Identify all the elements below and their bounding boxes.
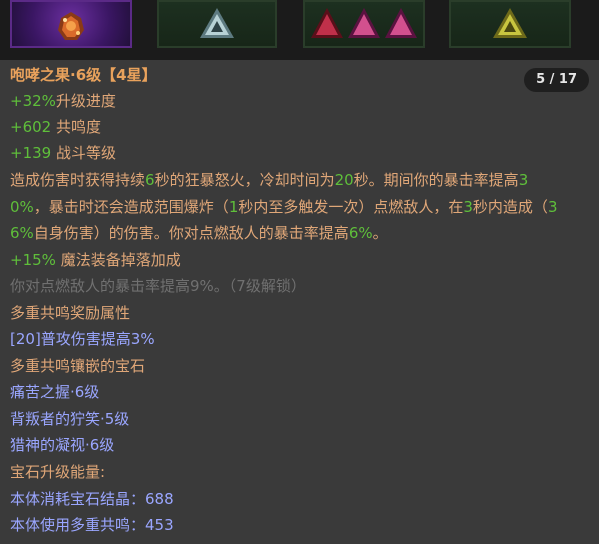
gem-slot-2[interactable]	[157, 0, 277, 48]
desc-number: 3	[463, 198, 473, 216]
desc-number: 6%	[10, 224, 34, 242]
stat-label: 升级进度	[55, 92, 116, 110]
gem-slot-1[interactable]	[10, 0, 132, 48]
desc-number: 6%	[348, 224, 373, 242]
energy-label: 本体消耗宝石结晶：	[10, 490, 146, 508]
stat-upgrade-progress: +32%升级进度	[10, 88, 590, 115]
gem-slot-4[interactable]	[449, 0, 571, 48]
desc-text: 秒内造成（	[472, 198, 548, 216]
desc-text: 秒内至多触发一次）点燃敌人，在	[238, 198, 464, 216]
desc-number: 20	[334, 171, 354, 189]
white-triangle-gem-icon	[200, 8, 234, 38]
yellow-triangle-gem-icon	[493, 8, 527, 38]
energy-crystal-line: 本体消耗宝石结晶：688	[10, 486, 590, 513]
gem-tooltip-panel: 5 / 17 咆哮之果·6级【4星】 +32%升级进度 +602 共鸣度 +13…	[0, 60, 599, 544]
desc-text: ，暴击时还会造成范围爆炸（	[33, 198, 229, 216]
desc-text: 秒的狂暴怒火，冷却时间为	[154, 171, 335, 189]
desc-text: 造成伤害时获得持续	[10, 171, 146, 189]
stat-value: +139	[10, 144, 52, 162]
energy-value: 453	[145, 516, 174, 534]
embedded-gems-title: 多重共鸣镶嵌的宝石	[10, 357, 146, 375]
desc-number: 6	[145, 171, 155, 189]
desc-number: 1	[228, 198, 239, 216]
desc-number: 0%	[10, 198, 34, 216]
stat-value: +602	[10, 118, 52, 136]
desc-text: 秒。期间你的暴击率提高	[353, 171, 519, 189]
orange-crystal-gem-icon	[58, 12, 84, 40]
stat-label: 战斗等级	[51, 144, 116, 162]
desc-number: 3	[547, 198, 558, 216]
multi-resonance-title: 多重共鸣奖励属性	[10, 304, 131, 322]
description-line-1: 造成伤害时获得持续6秒的狂暴怒火，冷却时间为20秒。期间你的暴击率提高3	[10, 167, 590, 194]
locked-effect-line: 你对点燃敌人的暴击率提高9%。（7级解锁）	[10, 277, 306, 295]
embedded-gem-item: 猎神的凝视·6级	[10, 436, 115, 454]
description-line-2: 0%，暴击时还会造成范围爆炸（1秒内至多触发一次）点燃敌人，在3秒内造成（3	[10, 194, 590, 221]
desc-text: 自身伤害）的伤害。你对点燃敌人的暴击率提高	[33, 224, 349, 242]
embedded-gem-item: 痛苦之握·6级	[10, 383, 100, 401]
desc-number: 3	[518, 171, 529, 189]
red-pink-triangle-gems-icon	[311, 8, 417, 38]
desc-text: 。	[372, 224, 388, 242]
embedded-gem-item: 背叛者的狞笑·5级	[10, 410, 130, 428]
energy-label: 本体使用多重共鸣：	[10, 516, 146, 534]
stat-combat-level: +139 战斗等级	[10, 140, 590, 167]
upgrade-energy-title: 宝石升级能量:	[10, 463, 106, 481]
description-line-3: 6%自身伤害）的伤害。你对点燃敌人的暴击率提高6%。	[10, 220, 590, 247]
stat-value: +32%	[10, 92, 56, 110]
bonus-attribute-line: [20]普攻伤害提高3%	[10, 330, 155, 348]
gem-slot-strip	[0, 0, 599, 60]
stat-resonance: +602 共鸣度	[10, 114, 590, 141]
stat-label: 魔法装备掉落加成	[55, 251, 181, 269]
energy-resonance-line: 本体使用多重共鸣：453	[10, 512, 590, 539]
gem-slot-3[interactable]	[303, 0, 425, 48]
stat-value: +15%	[10, 251, 56, 269]
stat-label: 共鸣度	[51, 118, 101, 136]
gem-title: 咆哮之果·6级【4星】	[10, 66, 157, 84]
magic-drop-bonus: +15% 魔法装备掉落加成	[10, 247, 590, 274]
energy-value: 688	[145, 490, 174, 508]
